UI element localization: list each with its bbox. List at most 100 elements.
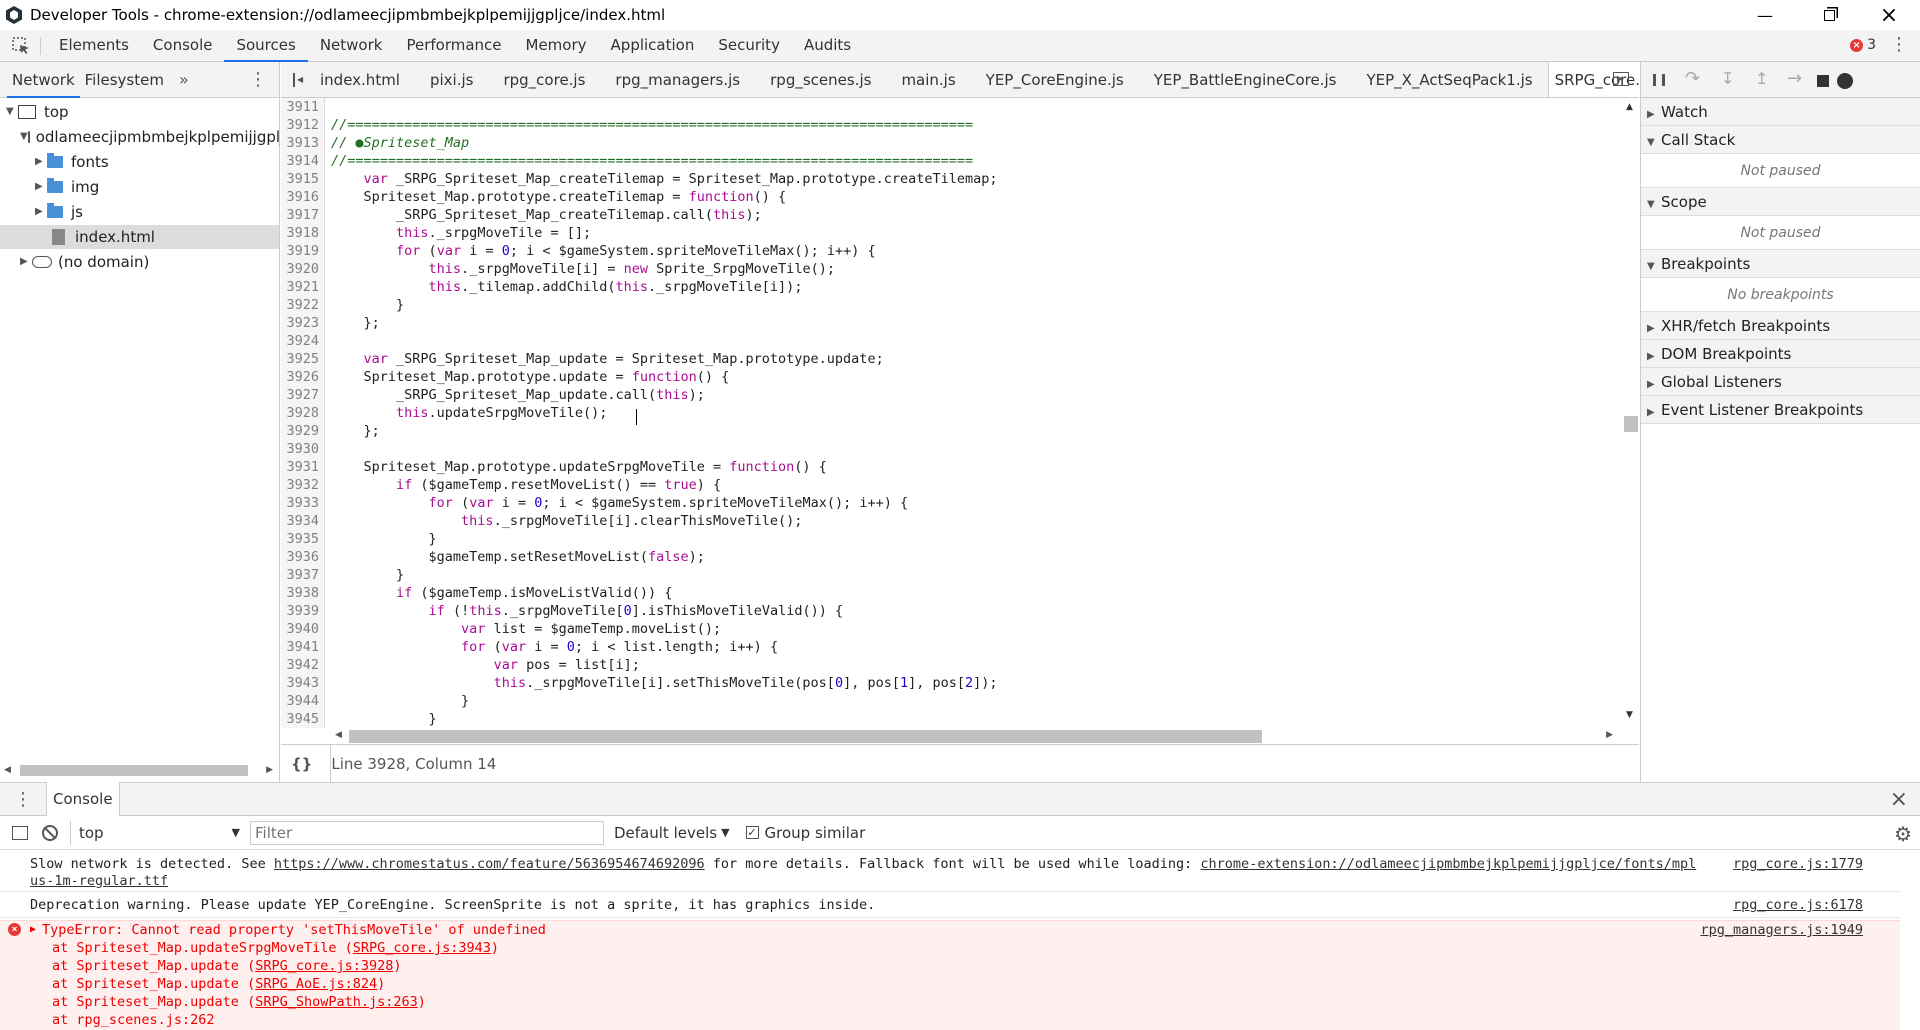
line-number[interactable]: 3929 xyxy=(281,422,323,440)
line-number[interactable]: 3915 xyxy=(281,170,323,188)
line-number[interactable]: 3943 xyxy=(281,674,323,692)
tree-item-folder[interactable]: ▶ img xyxy=(35,175,99,199)
editor-tab[interactable]: index.html xyxy=(305,62,415,97)
editor-tab[interactable]: rpg_core.js xyxy=(488,62,600,97)
editor-tab[interactable]: main.js xyxy=(886,62,970,97)
line-number[interactable]: 3940 xyxy=(281,620,323,638)
more-options-icon[interactable]: ⋮ xyxy=(1890,36,1908,54)
tab-console[interactable]: Console xyxy=(141,30,225,62)
console-filter-input[interactable] xyxy=(250,820,604,845)
line-number[interactable]: 3937 xyxy=(281,566,323,584)
step-over-icon[interactable]: ↷ xyxy=(1685,68,1700,89)
line-number[interactable]: 3934 xyxy=(281,512,323,530)
editor-horizontal-scrollbar[interactable]: ◀ ▶ xyxy=(331,728,1621,744)
minimize-button[interactable]: — xyxy=(1742,0,1788,30)
debugger-section-header[interactable]: ▶ XHR/fetch Breakpoints xyxy=(1641,312,1920,340)
navigator-tab-filesystem[interactable]: Filesystem xyxy=(80,62,169,98)
line-number[interactable]: 3928 xyxy=(281,404,323,422)
tab-memory[interactable]: Memory xyxy=(514,30,599,62)
navigator-menu-icon[interactable]: ⋮ xyxy=(249,69,267,90)
tree-item-top[interactable]: ▼ top xyxy=(6,100,69,124)
tree-item-origin[interactable]: ▼ odlameecjipmbmbejkplpemijjgplj xyxy=(20,125,280,149)
code-editor[interactable]: 3911 3912 //==============================… xyxy=(281,98,1621,728)
line-number[interactable]: 3926 xyxy=(281,368,323,386)
tab-security[interactable]: Security xyxy=(706,30,792,62)
clear-console-icon[interactable] xyxy=(42,824,58,841)
stack-frame-link[interactable]: SRPG_core.js:3943 xyxy=(353,940,491,956)
line-number[interactable]: 3941 xyxy=(281,638,323,656)
tree-item-folder[interactable]: ▶ js xyxy=(35,200,83,224)
debugger-section-header[interactable]: ▶ Watch xyxy=(1641,98,1920,126)
tab-audits[interactable]: Audits xyxy=(792,30,863,62)
log-levels-dropdown[interactable]: Default levels ▼ xyxy=(614,824,730,842)
close-window-button[interactable]: × xyxy=(1866,0,1912,30)
line-number[interactable]: 3939 xyxy=(281,602,323,620)
toggle-navigator-icon[interactable]: ◀ xyxy=(293,72,303,87)
debugger-section-header[interactable]: ▼ Breakpoints xyxy=(1641,250,1920,278)
tree-item-no-domain[interactable]: ▶ (no domain) xyxy=(20,250,149,274)
tab-application[interactable]: Application xyxy=(599,30,707,62)
line-number[interactable]: 3918 xyxy=(281,224,323,242)
step-icon[interactable]: → xyxy=(1787,68,1802,89)
deactivate-breakpoints-icon[interactable] xyxy=(1817,75,1829,87)
debugger-section-header[interactable]: ▼ Call Stack xyxy=(1641,126,1920,154)
line-number[interactable]: 3924 xyxy=(281,332,323,350)
editor-tab[interactable]: YEP_X_ActSeqPack1.js xyxy=(1351,62,1547,97)
line-number[interactable]: 3912 xyxy=(281,116,323,134)
tab-network[interactable]: Network xyxy=(308,30,395,62)
editor-tab[interactable]: YEP_BattleEngineCore.js xyxy=(1139,62,1352,97)
error-counter[interactable]: × 3 xyxy=(1850,37,1876,53)
line-number[interactable]: 3920 xyxy=(281,260,323,278)
line-number[interactable]: 3927 xyxy=(281,386,323,404)
line-number[interactable]: 3938 xyxy=(281,584,323,602)
line-number[interactable]: 3917 xyxy=(281,206,323,224)
message-source-link[interactable]: rpg_core.js:6178 xyxy=(1733,896,1863,914)
pause-on-exceptions-icon[interactable] xyxy=(1837,73,1853,89)
tab-sources[interactable]: Sources xyxy=(224,30,308,62)
editor-tab[interactable]: YEP_CoreEngine.js xyxy=(971,62,1139,97)
navigator-tab-network[interactable]: Network xyxy=(7,62,80,98)
restore-button[interactable] xyxy=(1806,0,1852,30)
debugger-section-header[interactable]: ▼ Scope xyxy=(1641,188,1920,216)
line-number[interactable]: 3936 xyxy=(281,548,323,566)
editor-tab[interactable]: rpg_scenes.js xyxy=(755,62,886,97)
editor-tab[interactable]: rpg_managers.js xyxy=(600,62,755,97)
line-number[interactable]: 3942 xyxy=(281,656,323,674)
line-number[interactable]: 3914 xyxy=(281,152,323,170)
line-number[interactable]: 3933 xyxy=(281,494,323,512)
message-source-link[interactable]: rpg_core.js:1779 xyxy=(1733,856,1863,873)
message-link[interactable]: chrome-extension://odlameecjipmbmbejkplp… xyxy=(1200,856,1696,872)
editor-vertical-scrollbar[interactable]: ▲ ▼ xyxy=(1621,98,1639,728)
line-number[interactable]: 3925 xyxy=(281,350,323,368)
tree-item-file-selected[interactable]: index.html xyxy=(0,225,279,249)
line-number[interactable]: 3923 xyxy=(281,314,323,332)
line-number[interactable]: 3935 xyxy=(281,530,323,548)
more-tabs-icon[interactable]: » xyxy=(179,70,189,89)
tab-elements[interactable]: Elements xyxy=(47,30,141,62)
line-number[interactable]: 3945 xyxy=(281,710,323,728)
line-number[interactable]: 3930 xyxy=(281,440,323,458)
stack-frame-link[interactable]: SRPG_AoE.js:824 xyxy=(255,976,377,992)
editor-tab[interactable]: pixi.js xyxy=(415,62,488,97)
inspect-element-icon[interactable] xyxy=(10,35,32,57)
message-link[interactable]: https://www.chromestatus.com/feature/563… xyxy=(274,856,705,872)
console-sidebar-icon[interactable] xyxy=(12,825,28,840)
line-number[interactable]: 3921 xyxy=(281,278,323,296)
line-number[interactable]: 3916 xyxy=(281,188,323,206)
line-number[interactable]: 3919 xyxy=(281,242,323,260)
step-out-icon[interactable]: ↥ xyxy=(1755,69,1768,88)
step-into-icon[interactable]: ↧ xyxy=(1721,69,1734,88)
stack-frame-link[interactable]: SRPG_core.js:3928 xyxy=(255,958,393,974)
message-link[interactable]: us-1m-regular.ttf xyxy=(30,873,168,889)
context-selector[interactable]: top ▼ xyxy=(70,820,240,845)
debugger-section-header[interactable]: ▶ Event Listener Breakpoints xyxy=(1641,396,1920,424)
stack-frame-link[interactable]: SRPG_ShowPath.js:263 xyxy=(255,994,418,1010)
drawer-menu-icon[interactable]: ⋮ xyxy=(14,789,32,810)
drawer-tab-console[interactable]: Console xyxy=(46,782,120,816)
pretty-print-button[interactable]: {} xyxy=(291,755,312,773)
tree-item-folder[interactable]: ▶ fonts xyxy=(35,150,109,174)
debugger-section-header[interactable]: ▶ Global Listeners xyxy=(1641,368,1920,396)
message-source-link[interactable]: rpg_managers.js:1949 xyxy=(1700,921,1863,939)
line-number[interactable]: 3911 xyxy=(281,98,323,116)
line-number[interactable]: 3913 xyxy=(281,134,323,152)
